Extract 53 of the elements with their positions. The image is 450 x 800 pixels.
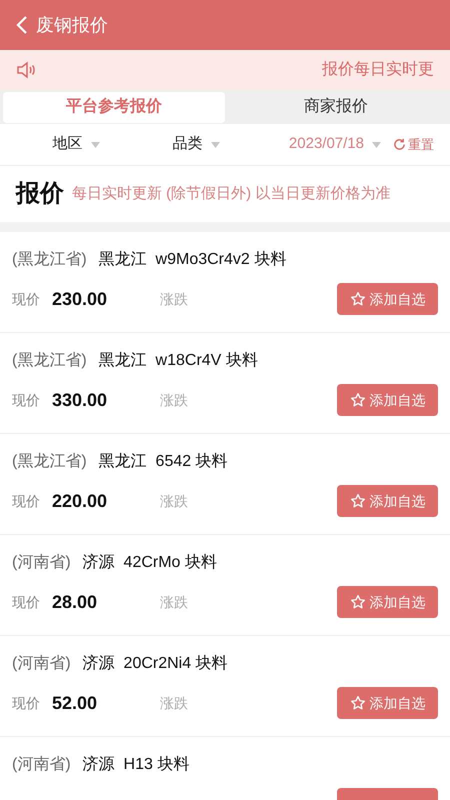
filter-dropdown[interactable]: 地区: [16, 133, 136, 156]
star-icon: [350, 493, 366, 509]
add-favorite-button[interactable]: 添加自选: [337, 384, 438, 416]
product-name: 济源 42CrMo 块料: [82, 552, 217, 573]
price-label: 现价: [12, 694, 40, 712]
date-dropdown[interactable]: 2023/07/18: [288, 133, 381, 156]
add-favorite-button[interactable]: 添加自选: [337, 687, 438, 719]
price-label: 现价: [12, 492, 40, 510]
change-label: 涨跌: [160, 290, 188, 308]
product-name: 黑龙江 w9Mo3Cr4v2 块料: [98, 250, 286, 270]
star-icon: [350, 291, 366, 307]
product-name: 济源 20Cr2Ni4 块料: [82, 654, 228, 674]
page-title: 废钢报价: [36, 14, 108, 36]
back-icon[interactable]: [16, 15, 28, 35]
price-value: 220.00: [52, 490, 108, 512]
province-label: (黑龙江省): [12, 452, 87, 472]
dropdown-caret-icon: [90, 142, 100, 148]
province-label: (河南省): [12, 552, 71, 573]
price-label: 现价: [12, 592, 40, 612]
filter-dropdown[interactable]: 品类: [136, 133, 256, 156]
reset-button[interactable]: 重置: [393, 134, 434, 154]
tab[interactable]: 平台参考报价: [3, 92, 225, 122]
refresh-icon: [393, 138, 406, 151]
product-name: 黑龙江 6542 块料: [98, 452, 228, 472]
change-label: 涨跌: [160, 694, 188, 712]
price-value: 52.00: [52, 692, 98, 714]
price-value: 28.00: [52, 590, 98, 614]
notice-text: 报价每日实时更: [322, 60, 434, 80]
price-value: 330.00: [52, 388, 108, 412]
dropdown-caret-icon: [372, 142, 381, 148]
star-icon: [350, 594, 366, 610]
price-label: 现价: [12, 290, 40, 308]
card-title: 报价: [16, 179, 64, 209]
province-label: (黑龙江省): [12, 250, 87, 270]
add-favorite-button[interactable]: 添加自选: [337, 283, 438, 315]
province-label: (河南省): [12, 654, 71, 674]
card-note: 每日实时更新 (除节假日外) 以当日更新价格为准: [72, 184, 390, 204]
price-label: 现价: [12, 390, 40, 410]
province-label: (黑龙江省): [12, 350, 87, 371]
change-label: 涨跌: [160, 592, 188, 612]
change-label: 涨跌: [160, 390, 188, 410]
add-favorite-button[interactable]: 添加自选: [337, 586, 438, 618]
tab[interactable]: 商家报价: [225, 92, 447, 122]
speaker-icon: [16, 61, 36, 79]
change-label: 涨跌: [160, 492, 188, 510]
star-icon: [350, 392, 366, 408]
product-name: 济源 H13 块料: [82, 754, 190, 775]
star-icon: [350, 695, 366, 711]
dropdown-caret-icon: [210, 142, 220, 148]
province-label: (河南省): [12, 754, 71, 775]
price-value: 230.00: [52, 288, 108, 310]
add-favorite-button[interactable]: 添加自选: [337, 485, 438, 517]
product-name: 黑龙江 w18Cr4V 块料: [98, 350, 258, 371]
